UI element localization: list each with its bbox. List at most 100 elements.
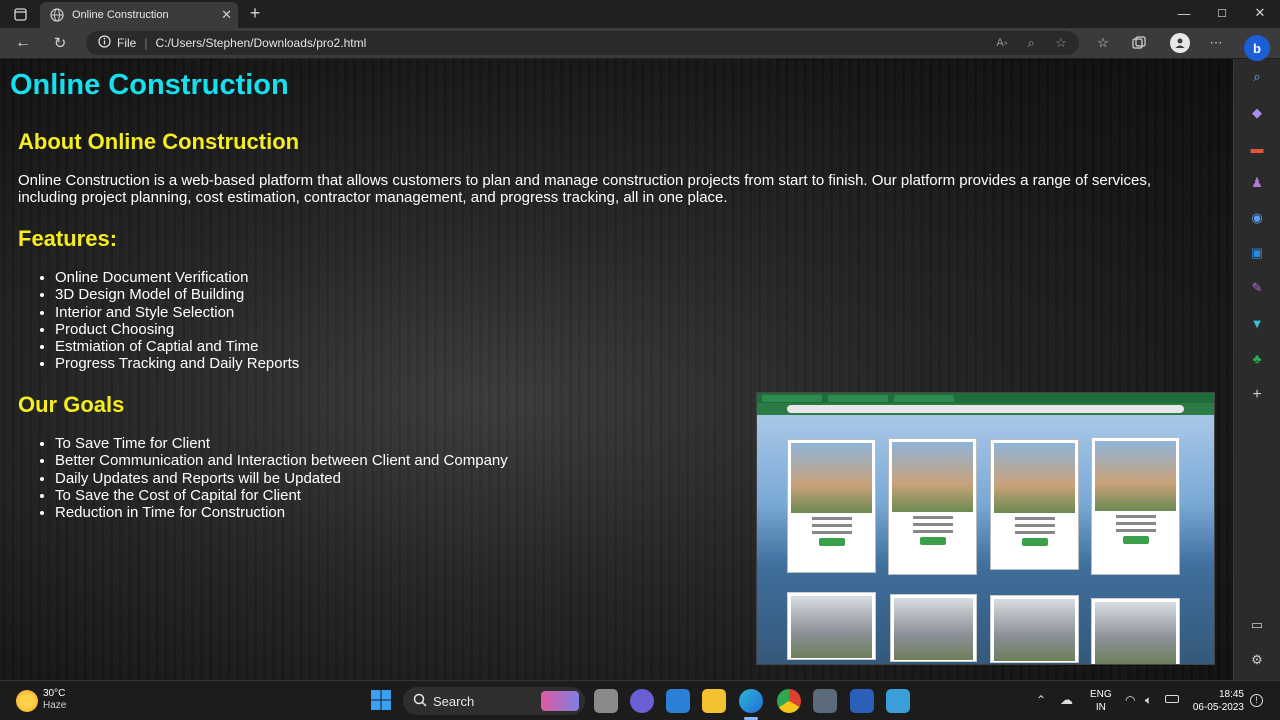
back-arrow-icon[interactable]: ←	[14, 34, 32, 52]
list-item: Daily Updates and Reports will be Update…	[55, 470, 508, 487]
clock-date: 06-05-2023	[1192, 702, 1244, 713]
search-icon[interactable]: ⌕	[1248, 68, 1266, 86]
copilot-icon[interactable]: ◉	[1248, 209, 1266, 227]
chrome-icon[interactable]	[777, 689, 801, 713]
minimize-button[interactable]: —	[1176, 5, 1192, 21]
info-icon[interactable]	[98, 35, 111, 51]
weather-description: Haze	[43, 700, 67, 711]
about-heading: About Online Construction	[18, 129, 300, 154]
weather-widget[interactable]: 30°C Haze	[43, 688, 66, 712]
list-item: Estmiation of Captial and Time	[55, 338, 299, 355]
search-label: Search	[433, 693, 475, 709]
profile-avatar[interactable]	[1170, 33, 1190, 53]
maximize-button[interactable]: ☐	[1214, 5, 1230, 21]
clock-time: 18:45	[1218, 689, 1244, 700]
list-item: Product Choosing	[55, 321, 299, 338]
list-item: 3D Design Model of Building	[55, 286, 299, 303]
microsoft-store-icon[interactable]	[666, 689, 690, 713]
close-tab-button[interactable]: ✕	[221, 7, 232, 23]
sidebar-panel-icon[interactable]: ▭	[1248, 616, 1266, 634]
shopping-tag-icon[interactable]: ◆	[1248, 104, 1266, 122]
tree-icon[interactable]: ♣	[1248, 349, 1266, 367]
favorites-icon[interactable]: ☆	[1095, 35, 1111, 51]
edge-browser-icon[interactable]	[739, 689, 763, 713]
bing-icon[interactable]: b	[1244, 35, 1270, 61]
designer-icon[interactable]: ✎	[1248, 279, 1266, 297]
address-bar[interactable]: File | C:/Users/Stephen/Downloads/pro2.h…	[86, 31, 1079, 55]
list-item: Interior and Style Selection	[55, 304, 299, 321]
file-explorer-icon[interactable]	[702, 689, 726, 713]
list-item: Reduction in Time for Construction	[55, 504, 508, 521]
teams-chat-icon[interactable]	[630, 689, 654, 713]
screenshot-addressbar	[757, 403, 1214, 415]
house-tile	[890, 594, 977, 662]
notepad-icon[interactable]	[886, 689, 910, 713]
list-item: Better Communication and Interaction bet…	[55, 452, 508, 469]
list-item: To Save the Cost of Capital for Client	[55, 487, 508, 504]
list-item: To Save Time for Client	[55, 435, 508, 452]
apartment-card	[1091, 437, 1180, 575]
add-favorite-icon[interactable]: ☆	[1053, 35, 1069, 51]
volume-icon[interactable]: 🔈︎	[1145, 693, 1152, 708]
chevron-up-icon[interactable]: ⌃	[1036, 693, 1046, 707]
onedrive-cloud-icon[interactable]: ☁	[1060, 692, 1073, 708]
word-icon[interactable]	[850, 689, 874, 713]
notification-icon[interactable]: !	[1250, 694, 1263, 707]
apartment-card	[990, 439, 1079, 570]
edge-sidebar: b ⌕ ◆ ▬ ♟ ◉ ▣ ✎ ▼ ♣ + ▭ ⚙	[1233, 35, 1280, 680]
add-sidebar-app-icon[interactable]: +	[1248, 386, 1266, 404]
settings-gear-icon[interactable]: ⚙	[1248, 651, 1266, 669]
battery-icon[interactable]	[1165, 695, 1179, 703]
browser-tab-bar: Online Construction ✕ + — ☐ ✕	[0, 0, 1280, 28]
address-scheme-label: File	[117, 36, 137, 50]
games-icon[interactable]: ♟	[1248, 174, 1266, 192]
tab-title: Online Construction	[72, 9, 169, 21]
apartment-card	[787, 439, 876, 573]
search-highlight-icon	[541, 691, 579, 711]
weather-sun-icon[interactable]	[16, 690, 38, 712]
globe-icon	[50, 8, 64, 22]
tab-actions-icon[interactable]	[12, 6, 28, 22]
browser-toolbar: ← ↻ File | C:/Users/Stephen/Downloads/pr…	[0, 28, 1280, 58]
collections-icon[interactable]	[1131, 35, 1147, 51]
tools-icon[interactable]: ▬	[1248, 139, 1266, 157]
goals-heading: Our Goals	[18, 392, 125, 417]
taskbar-search[interactable]: Search	[403, 687, 585, 715]
clock[interactable]: 18:45 06-05-2023	[1186, 688, 1244, 714]
wifi-icon[interactable]: ◠	[1125, 693, 1135, 707]
new-tab-button[interactable]: +	[246, 3, 264, 23]
windows-start-icon[interactable]	[370, 689, 394, 713]
drop-icon[interactable]: ▼	[1248, 314, 1266, 332]
page-title: Online Construction	[10, 69, 289, 101]
project-screenshot-image	[756, 392, 1215, 665]
url-text: C:/Users/Stephen/Downloads/pro2.html	[155, 36, 367, 50]
about-paragraph: Online Construction is a web-based platf…	[18, 172, 1152, 206]
task-view-icon[interactable]	[594, 689, 618, 713]
list-item: Progress Tracking and Daily Reports	[55, 355, 299, 372]
apartment-card	[888, 438, 977, 575]
address-separator: |	[144, 36, 148, 50]
windows-taskbar: 30°C Haze Search ⌃ ☁ ENG IN ◠ 🔈︎ 18:45 0…	[0, 680, 1280, 720]
page-content: Online Construction About Online Constru…	[0, 59, 1233, 680]
house-tile	[990, 595, 1079, 663]
more-options-icon[interactable]: ⋯	[1208, 35, 1224, 51]
screenshot-city-background	[757, 415, 1214, 664]
goals-list: To Save Time for Client Better Communica…	[55, 435, 508, 521]
weather-temperature: 30°C	[43, 688, 66, 699]
language-code: ENG	[1090, 689, 1112, 700]
house-tile	[1091, 598, 1180, 664]
tab-online-construction[interactable]: Online Construction ✕	[40, 2, 238, 28]
screenshot-tabbar	[757, 393, 1214, 403]
language-indicator[interactable]: ENG IN	[1090, 688, 1112, 714]
features-list: Online Document Verification 3D Design M…	[55, 269, 299, 373]
region-code: IN	[1095, 702, 1106, 713]
list-item: Online Document Verification	[55, 269, 299, 286]
outlook-icon[interactable]: ▣	[1248, 244, 1266, 262]
refresh-icon[interactable]: ↻	[51, 34, 69, 52]
zoom-icon[interactable]: ⌕	[1023, 35, 1039, 51]
search-icon	[413, 693, 427, 710]
features-heading: Features:	[18, 226, 118, 251]
settings-gear-icon[interactable]	[813, 689, 837, 713]
close-window-button[interactable]: ✕	[1252, 5, 1268, 21]
read-aloud-icon[interactable]: A»	[994, 36, 1010, 50]
